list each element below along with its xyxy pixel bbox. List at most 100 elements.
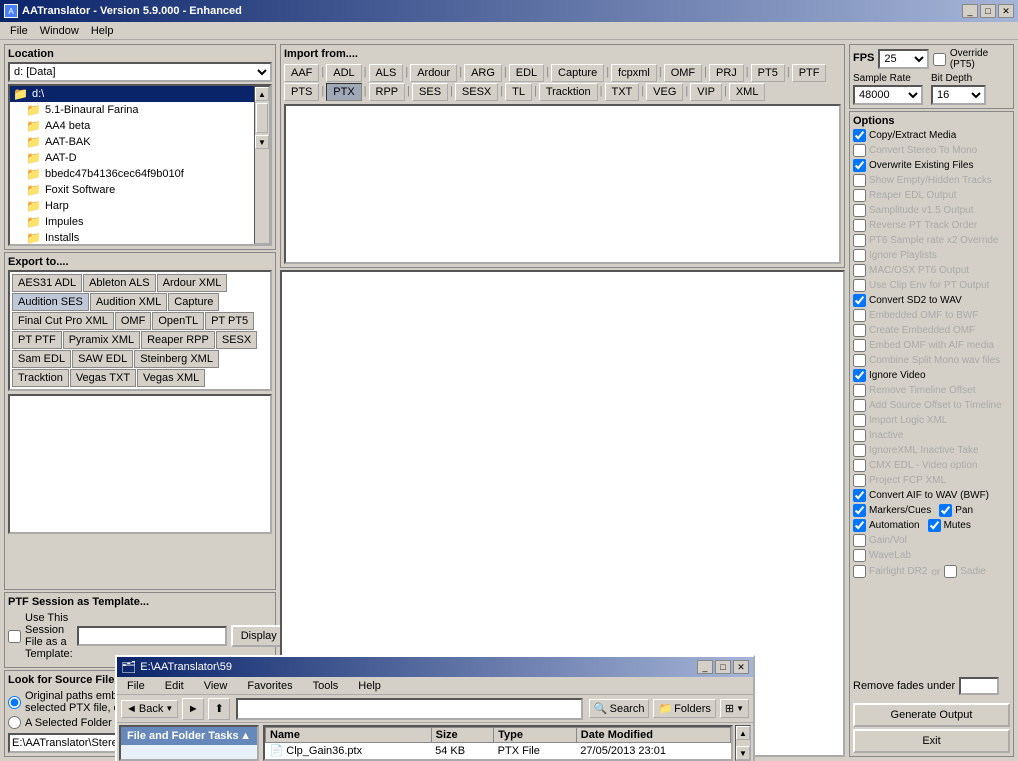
import-btn-prj[interactable]: PRJ: [709, 64, 744, 82]
export-btn-vegas-txt[interactable]: Vegas TXT: [70, 369, 136, 387]
import-btn-edl[interactable]: EDL: [509, 64, 544, 82]
explorer-scroll-up[interactable]: ▲: [736, 726, 750, 740]
list-item[interactable]: 📁AA4 beta: [10, 118, 254, 134]
import-btn-omf[interactable]: OMF: [664, 64, 702, 82]
opt-add-source-offset[interactable]: [853, 399, 866, 412]
opt-show-hidden[interactable]: [853, 174, 866, 187]
explorer-menu-edit[interactable]: Edit: [159, 678, 190, 694]
table-row[interactable]: 📄 Clp_Gain36.ptx 54 KB PTX File 27/05/20…: [266, 743, 731, 759]
exit-button[interactable]: Exit: [853, 729, 1010, 753]
sample-rate-dropdown[interactable]: 48000: [853, 85, 923, 105]
import-btn-sesx[interactable]: SESX: [455, 83, 498, 101]
scroll-thumb[interactable]: [256, 103, 268, 133]
list-item[interactable]: 📁bbedc47b4136cec64f9b010f: [10, 166, 254, 182]
list-item[interactable]: 📁AAT-D: [10, 150, 254, 166]
opt-embedded-omf[interactable]: [853, 309, 866, 322]
opt-markers[interactable]: [853, 504, 866, 517]
import-btn-fcpxml[interactable]: fcpxml: [611, 64, 657, 82]
up-folder-button[interactable]: ⬆: [208, 698, 230, 720]
export-btn-ardour[interactable]: Ardour XML: [157, 274, 228, 292]
list-item[interactable]: 📁5.1-Binaural Farina: [10, 102, 254, 118]
list-item[interactable]: 📁AAT-BAK: [10, 134, 254, 150]
import-btn-rpp[interactable]: RPP: [369, 83, 406, 101]
file-item-drive[interactable]: 📁d:\: [10, 86, 254, 102]
opt-overwrite[interactable]: [853, 159, 866, 172]
list-item[interactable]: 📁Foxit Software: [10, 182, 254, 198]
back-button[interactable]: ◄ Back ▼: [121, 700, 178, 718]
source-radio-original[interactable]: [8, 696, 21, 709]
export-btn-reaper[interactable]: Reaper RPP: [141, 331, 215, 349]
import-btn-veg[interactable]: VEG: [646, 83, 683, 101]
opt-mutes[interactable]: [928, 519, 941, 532]
export-btn-pyramix[interactable]: Pyramix XML: [63, 331, 140, 349]
generate-output-button[interactable]: Generate Output: [853, 703, 1010, 727]
opt-combine-mono[interactable]: [853, 354, 866, 367]
col-type[interactable]: Type: [494, 728, 577, 743]
menu-file[interactable]: File: [4, 23, 34, 39]
window-controls[interactable]: _ □ ✕: [962, 4, 1014, 18]
import-btn-aaf[interactable]: AAF: [284, 64, 319, 82]
export-btn-opentl[interactable]: OpenTL: [152, 312, 204, 330]
ptf-use-template-checkbox[interactable]: [8, 630, 21, 643]
opt-cmx-edl[interactable]: [853, 459, 866, 472]
explorer-scroll-down[interactable]: ▼: [736, 746, 750, 760]
minimize-button[interactable]: _: [962, 4, 978, 18]
export-btn-capture[interactable]: Capture: [168, 293, 219, 311]
export-btn-ableton[interactable]: Ableton ALS: [83, 274, 156, 292]
export-btn-tracktion[interactable]: Tracktion: [12, 369, 69, 387]
opt-ignore-video[interactable]: [853, 369, 866, 382]
import-btn-adl[interactable]: ADL: [326, 64, 361, 82]
opt-project-fcp[interactable]: [853, 474, 866, 487]
opt-fairlight[interactable]: [853, 565, 866, 578]
explorer-minimize[interactable]: _: [697, 660, 713, 674]
export-btn-audxml[interactable]: Audition XML: [90, 293, 167, 311]
import-btn-pt5[interactable]: PT5: [751, 64, 785, 82]
export-btn-samedl[interactable]: Sam EDL: [12, 350, 71, 368]
forward-button[interactable]: ►: [182, 698, 204, 720]
search-button[interactable]: 🔍 Search: [589, 699, 650, 718]
opt-pt6-sample[interactable]: [853, 234, 866, 247]
view-button[interactable]: ⊞ ▼: [720, 699, 749, 718]
back-dropdown-icon[interactable]: ▼: [165, 704, 173, 713]
export-btn-vegas-xml[interactable]: Vegas XML: [137, 369, 205, 387]
opt-mute-xml[interactable]: [853, 429, 866, 442]
location-dropdown[interactable]: d: [Data]: [8, 62, 272, 82]
export-btn-sesx[interactable]: SESX: [216, 331, 257, 349]
opt-import-logic[interactable]: [853, 414, 866, 427]
opt-gain-vol[interactable]: [853, 534, 866, 547]
explorer-menu-file[interactable]: File: [121, 678, 151, 694]
import-btn-als[interactable]: ALS: [369, 64, 404, 82]
opt-ignore-xml-inactive[interactable]: [853, 444, 866, 457]
maximize-button[interactable]: □: [980, 4, 996, 18]
explorer-menu-help[interactable]: Help: [352, 678, 387, 694]
source-radio-folder[interactable]: [8, 716, 21, 729]
opt-ignore-playlists[interactable]: [853, 249, 866, 262]
menu-help[interactable]: Help: [85, 23, 120, 39]
export-btn-fcp[interactable]: Final Cut Pro XML: [12, 312, 114, 330]
explorer-maximize[interactable]: □: [715, 660, 731, 674]
opt-create-omf[interactable]: [853, 324, 866, 337]
bit-depth-dropdown[interactable]: 16: [931, 85, 986, 105]
ptf-template-input[interactable]: [77, 626, 227, 646]
opt-pan[interactable]: [939, 504, 952, 517]
col-name[interactable]: Name: [266, 728, 432, 743]
explorer-menu-favorites[interactable]: Favorites: [241, 678, 298, 694]
import-btn-capture[interactable]: Capture: [551, 64, 604, 82]
opt-mac-osx[interactable]: [853, 264, 866, 277]
import-btn-txt[interactable]: TXT: [605, 83, 640, 101]
export-btn-audses[interactable]: Audition SES: [12, 293, 89, 311]
explorer-close[interactable]: ✕: [733, 660, 749, 674]
export-btn-steinberg[interactable]: Steinberg XML: [134, 350, 219, 368]
explorer-scrollbar[interactable]: ▲ ▼: [735, 725, 751, 761]
opt-stereo-mono[interactable]: [853, 144, 866, 157]
opt-remove-timeline[interactable]: [853, 384, 866, 397]
import-btn-pts[interactable]: PTS: [284, 83, 319, 101]
opt-sd2-wav[interactable]: [853, 294, 866, 307]
list-item[interactable]: 📁Harp: [10, 198, 254, 214]
col-date[interactable]: Date Modified: [576, 728, 730, 743]
import-btn-arg[interactable]: ARG: [464, 64, 502, 82]
folders-button[interactable]: 📁 Folders: [653, 699, 715, 718]
import-btn-ptx[interactable]: PTX: [326, 83, 361, 101]
opt-copy-extract[interactable]: [853, 129, 866, 142]
location-scrollbar[interactable]: ▲ ▼: [254, 86, 270, 244]
